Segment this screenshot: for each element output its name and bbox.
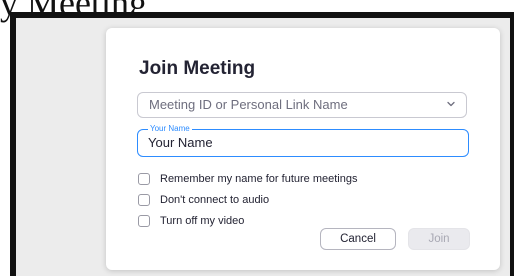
chevron-down-icon[interactable]: [447, 100, 455, 108]
screenshot-frame: y Meeting Join Meeting Meeting ID or Per…: [0, 0, 514, 276]
no-audio-checkbox[interactable]: [138, 194, 150, 206]
your-name-input[interactable]: [148, 135, 448, 150]
meeting-id-placeholder: Meeting ID or Personal Link Name: [149, 97, 348, 112]
dialog-title: Join Meeting: [139, 58, 256, 79]
join-button[interactable]: Join: [408, 228, 470, 250]
join-meeting-dialog: Join Meeting Meeting ID or Personal Link…: [106, 28, 500, 270]
video-off-label[interactable]: Turn off my video: [160, 215, 244, 227]
your-name-label: Your Name: [148, 124, 192, 134]
cancel-button[interactable]: Cancel: [320, 228, 396, 250]
meeting-id-select[interactable]: Meeting ID or Personal Link Name: [137, 92, 467, 118]
your-name-field[interactable]: Your Name: [137, 124, 469, 157]
remember-name-label[interactable]: Remember my name for future meetings: [160, 173, 357, 185]
video-off-checkbox[interactable]: [138, 215, 150, 227]
no-audio-label[interactable]: Don't connect to audio: [160, 194, 269, 206]
remember-name-checkbox[interactable]: [138, 173, 150, 185]
